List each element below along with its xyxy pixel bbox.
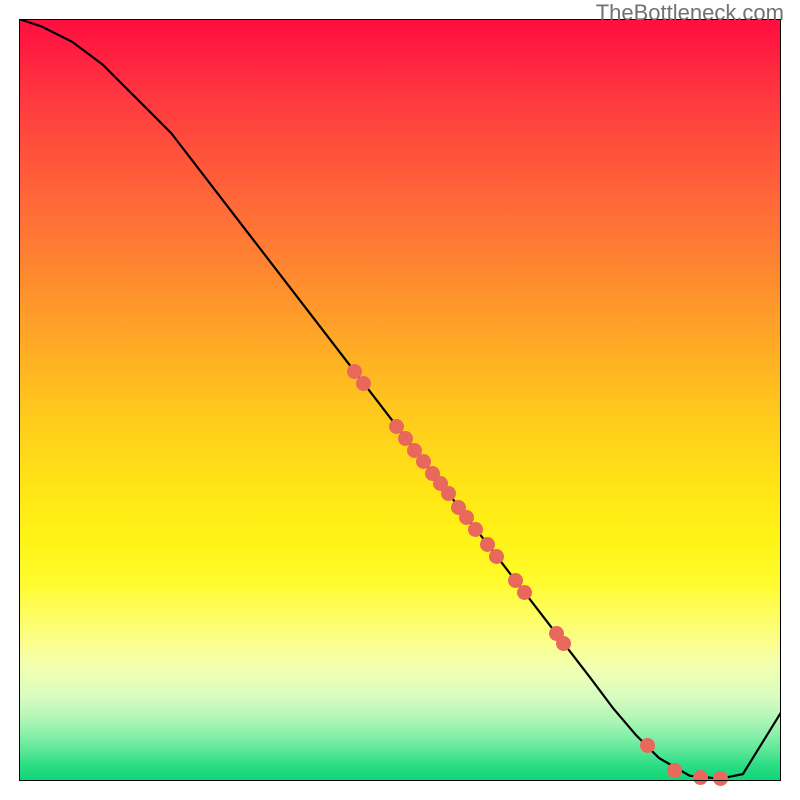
data-point-marker <box>667 763 682 778</box>
data-point-marker <box>441 486 456 501</box>
chart-canvas: TheBottleneck.com <box>0 0 800 800</box>
curve-path <box>19 19 781 779</box>
plot-area <box>19 19 781 781</box>
watermark-text: TheBottleneck.com <box>596 0 784 26</box>
data-point-marker <box>517 585 532 600</box>
data-point-marker <box>356 376 371 391</box>
data-point-marker <box>693 770 708 785</box>
bottleneck-curve <box>19 19 781 781</box>
data-point-marker <box>468 522 483 537</box>
data-point-marker <box>713 771 728 786</box>
